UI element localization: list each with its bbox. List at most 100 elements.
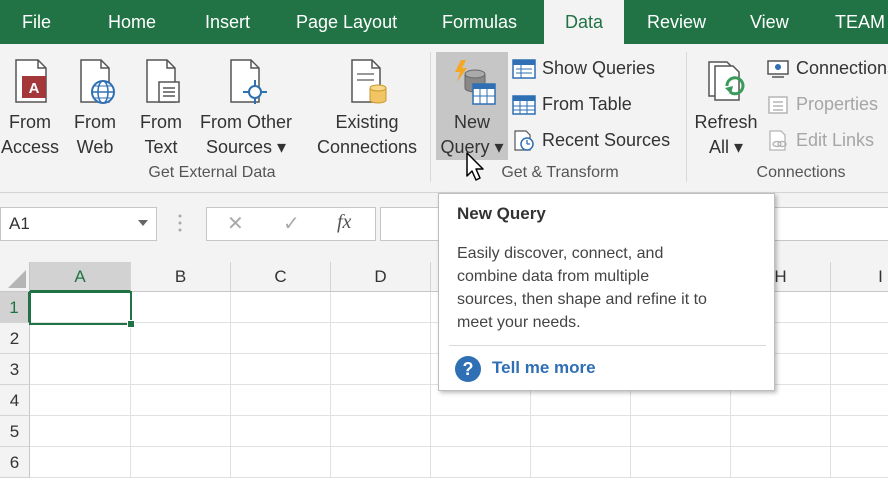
recent-sources-button[interactable]: Recent Sources (512, 125, 677, 155)
cell-i2[interactable] (831, 323, 888, 354)
row-header-4[interactable]: 4 (0, 385, 30, 416)
cell-c5[interactable] (231, 416, 331, 447)
cell-c3[interactable] (231, 354, 331, 385)
insert-function-icon[interactable]: fx (337, 211, 351, 234)
column-header-c[interactable]: C (231, 262, 331, 292)
text-file-icon (139, 56, 183, 111)
from-web-button[interactable]: From Web (66, 52, 124, 158)
cell-a5[interactable] (30, 416, 131, 447)
edit-links-button[interactable]: Edit Links (766, 125, 888, 155)
show-queries-button[interactable]: Show Queries (512, 53, 672, 83)
row-header-3[interactable]: 3 (0, 354, 30, 385)
from-text-button[interactable]: From Text (132, 52, 190, 158)
connections-label: Connections (796, 58, 888, 78)
edit-links-icon (766, 130, 790, 161)
cell-a3[interactable] (30, 354, 131, 385)
cell-a6[interactable] (30, 447, 131, 478)
new-query-button[interactable]: New Query ▾ (436, 52, 508, 160)
cell-e6[interactable] (431, 447, 531, 478)
cell-g5[interactable] (631, 416, 731, 447)
new-query-tooltip: New Query Easily discover, connect, and … (438, 193, 775, 391)
tab-file[interactable]: File (22, 0, 51, 44)
column-header-i[interactable]: I (831, 262, 888, 292)
cell-b2[interactable] (131, 323, 231, 354)
existing-connections-icon (344, 56, 390, 111)
cell-i4[interactable] (831, 385, 888, 416)
show-queries-label: Show Queries (542, 58, 656, 78)
from-access-button[interactable]: A From Access (0, 52, 60, 158)
tab-home[interactable]: Home (108, 0, 156, 44)
cell-b3[interactable] (131, 354, 231, 385)
row-header-6[interactable]: 6 (0, 447, 30, 478)
enter-icon[interactable]: ✓ (283, 211, 300, 236)
tab-insert[interactable]: Insert (205, 0, 250, 44)
tell-me-more-link[interactable]: Tell me more (492, 358, 596, 378)
cell-f6[interactable] (531, 447, 631, 478)
existing-connections-button[interactable]: Existing Connections (310, 52, 424, 158)
group-label-get-external-data: Get External Data (148, 164, 276, 181)
refresh-icon (703, 56, 749, 111)
tab-data[interactable]: Data (544, 0, 624, 44)
row-header-5[interactable]: 5 (0, 416, 30, 447)
cell-h6[interactable] (731, 447, 831, 478)
group-label-get-transform: Get & Transform (501, 164, 619, 181)
column-header-a[interactable]: A (30, 262, 131, 292)
help-icon[interactable]: ? (455, 356, 481, 382)
active-cell-border[interactable] (29, 291, 132, 325)
from-other-sources-button[interactable]: From Other Sources ▾ (196, 52, 296, 158)
name-box-dropdown-icon[interactable] (138, 220, 148, 226)
cell-i3[interactable] (831, 354, 888, 385)
fill-handle[interactable] (127, 320, 135, 328)
cell-g6[interactable] (631, 447, 731, 478)
tab-formulas[interactable]: Formulas (442, 0, 517, 44)
cell-e5[interactable] (431, 416, 531, 447)
from-web-label: From Web (74, 112, 116, 157)
tab-review[interactable]: Review (647, 0, 706, 44)
select-all-corner[interactable] (0, 262, 30, 292)
cell-d1[interactable] (331, 292, 431, 323)
row-header-1[interactable]: 1 (0, 292, 30, 323)
cell-h5[interactable] (731, 416, 831, 447)
cell-b1[interactable] (131, 292, 231, 323)
cell-c6[interactable] (231, 447, 331, 478)
cancel-icon[interactable]: ✕ (227, 211, 244, 236)
cell-d6[interactable] (331, 447, 431, 478)
cell-b4[interactable] (131, 385, 231, 416)
cell-c4[interactable] (231, 385, 331, 416)
cell-i5[interactable] (831, 416, 888, 447)
tab-view[interactable]: View (750, 0, 789, 44)
connections-button[interactable]: Connections (766, 53, 888, 83)
name-box-value: A1 (9, 214, 30, 233)
tooltip-divider (449, 345, 766, 346)
row-header-2[interactable]: 2 (0, 323, 30, 354)
group-separator (430, 52, 431, 182)
cell-a4[interactable] (30, 385, 131, 416)
cell-a2[interactable] (30, 323, 131, 354)
tab-team[interactable]: TEAM (835, 0, 885, 44)
properties-label: Properties (796, 94, 879, 114)
cell-b6[interactable] (131, 447, 231, 478)
formula-bar-grip-icon[interactable] (178, 213, 182, 233)
cell-d3[interactable] (331, 354, 431, 385)
cell-d2[interactable] (331, 323, 431, 354)
cell-f5[interactable] (531, 416, 631, 447)
cell-i6[interactable] (831, 447, 888, 478)
tab-page-layout[interactable]: Page Layout (296, 0, 397, 44)
existing-connections-label: Existing Connections (316, 112, 418, 157)
column-header-b[interactable]: B (131, 262, 231, 292)
mouse-pointer-icon (466, 152, 488, 187)
formula-buttons: ✕ ✓ fx (206, 207, 376, 241)
cell-d5[interactable] (331, 416, 431, 447)
cell-d4[interactable] (331, 385, 431, 416)
from-text-label: From Text (140, 112, 182, 157)
name-box[interactable]: A1 (0, 207, 157, 241)
cell-c1[interactable] (231, 292, 331, 323)
properties-button[interactable]: Properties (766, 89, 888, 119)
cell-c2[interactable] (231, 323, 331, 354)
from-access-label: From Access (0, 112, 60, 157)
cell-b5[interactable] (131, 416, 231, 447)
refresh-all-button[interactable]: Refresh All ▾ (692, 52, 760, 158)
from-table-button[interactable]: From Table (512, 89, 672, 119)
cell-i1[interactable] (831, 292, 888, 323)
column-header-d[interactable]: D (331, 262, 431, 292)
